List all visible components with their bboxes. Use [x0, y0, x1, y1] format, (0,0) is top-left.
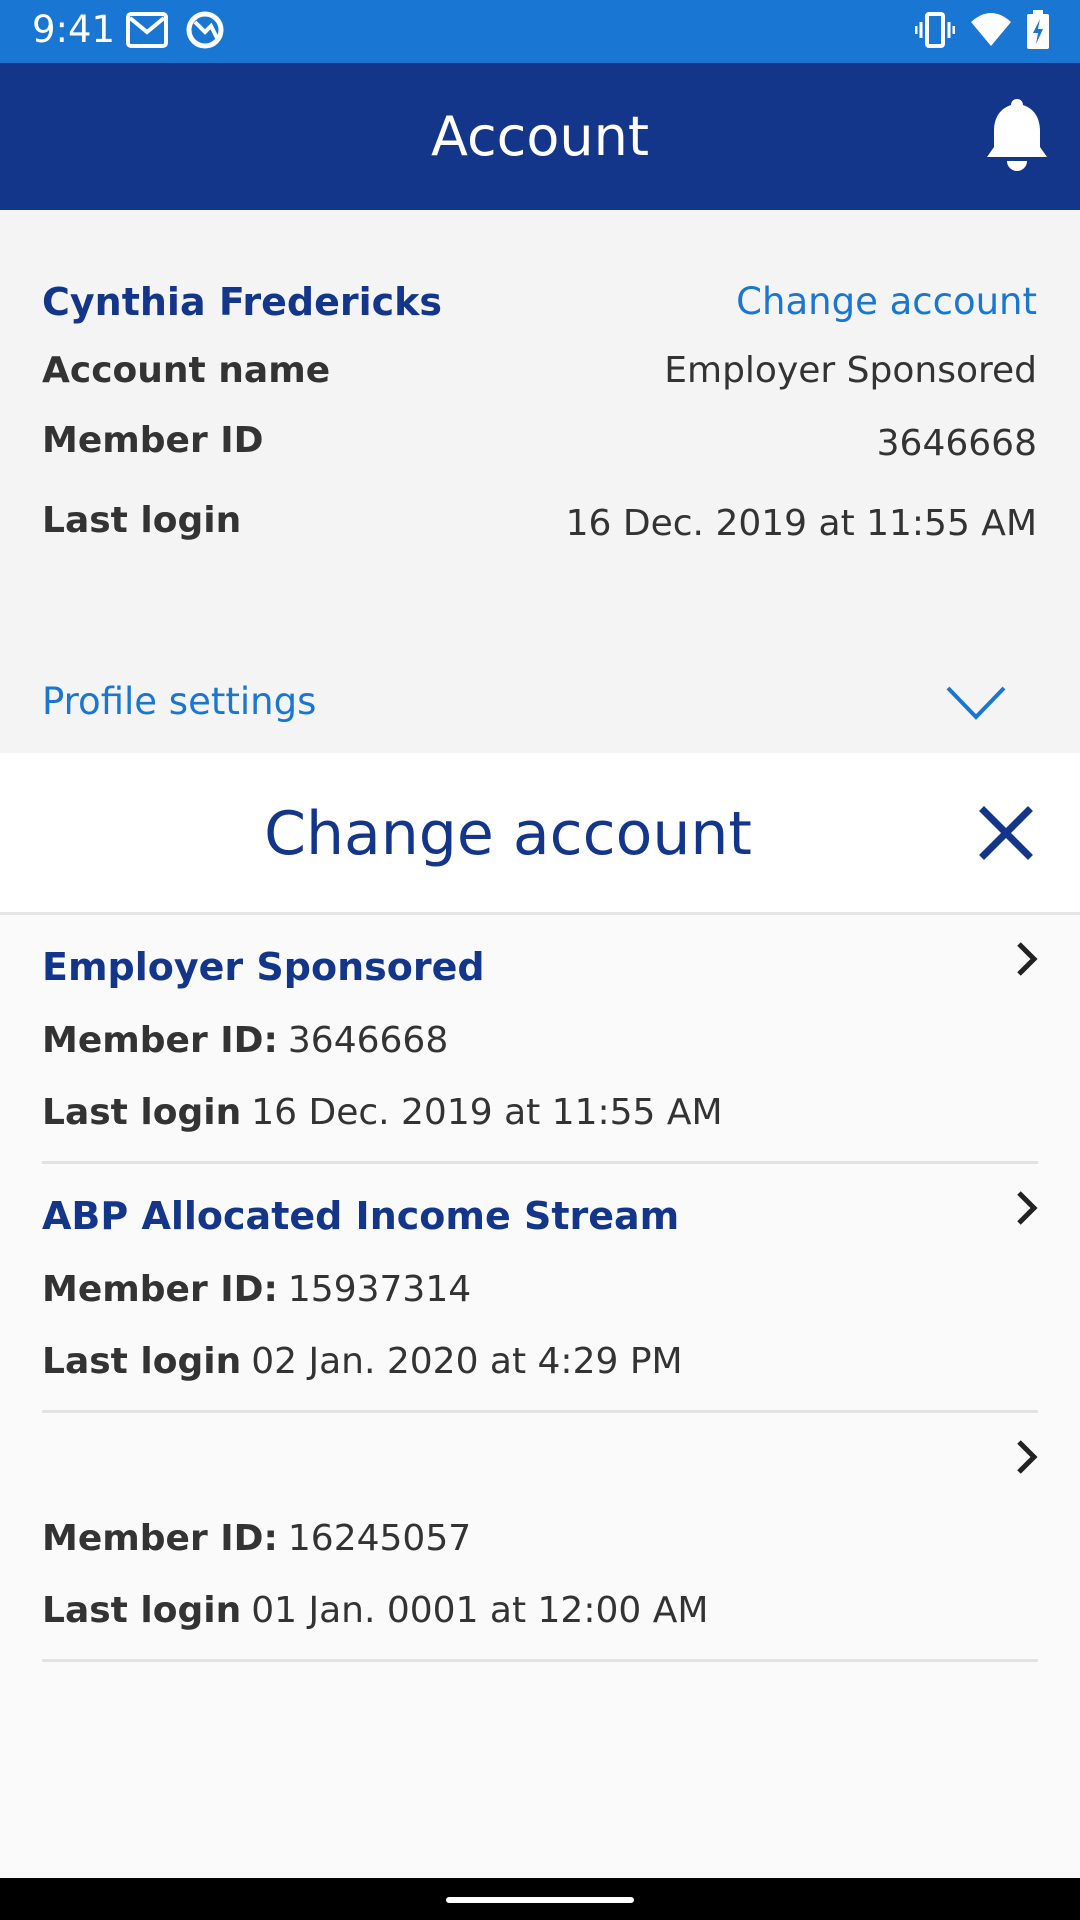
- member-id-value: 16245057: [287, 1518, 472, 1559]
- page-title: Account: [430, 105, 650, 168]
- app-bar: Account: [0, 63, 1080, 210]
- bell-icon[interactable]: [985, 97, 1049, 177]
- last-login-label: Last login: [42, 1341, 242, 1382]
- sync-icon: [185, 10, 225, 54]
- profile-summary: Cynthia Fredericks Change account Accoun…: [0, 210, 1080, 753]
- member-id-label: Member ID:: [42, 1020, 278, 1061]
- change-account-link[interactable]: Change account: [736, 280, 1037, 323]
- member-name: Cynthia Fredericks: [42, 280, 443, 324]
- chevron-right-icon: [1016, 1190, 1038, 1230]
- account-list-item[interactable]: ABP Allocated Income Stream Member ID: 15…: [42, 1164, 1038, 1413]
- home-gesture-handle[interactable]: [446, 1897, 634, 1903]
- member-id-line: Member ID: 16245057: [42, 1518, 471, 1559]
- member-id-line: Member ID: 15937314: [42, 1269, 471, 1310]
- status-bar: 9:41: [0, 0, 1080, 63]
- member-id-label: Member ID:: [42, 1518, 278, 1559]
- chevron-right-icon: [1016, 941, 1038, 981]
- member-id-label: Member ID:: [42, 1269, 278, 1310]
- sheet-title: Change account: [264, 799, 752, 869]
- member-id-label: Member ID: [42, 420, 264, 461]
- last-login-label: Last login: [42, 1590, 242, 1631]
- last-login-value: 02 Jan. 2020 at 4:29 PM: [251, 1341, 683, 1382]
- last-login-label: Last login: [42, 1092, 242, 1133]
- sheet-header: Change account: [0, 753, 1080, 915]
- account-list-item[interactable]: Employer Sponsored Member ID: 3646668 Las…: [42, 915, 1038, 1164]
- member-id-line: Member ID: 3646668: [42, 1020, 448, 1061]
- member-id-value: 3646668: [287, 1020, 449, 1061]
- account-name-value: Employer Sponsored: [664, 350, 1037, 391]
- wifi-icon: [969, 10, 1013, 54]
- gmail-icon: [126, 10, 168, 54]
- last-login-line: Last login 02 Jan. 2020 at 4:29 PM: [42, 1341, 683, 1382]
- last-login-value: 01 Jan. 0001 at 12:00 AM: [251, 1590, 709, 1631]
- account-name-label: Account name: [42, 350, 331, 391]
- account-list-item[interactable]: Member ID: 16245057 Last login 01 Jan. 000…: [42, 1413, 1038, 1662]
- change-account-sheet: Change account Employer Sponsored Member…: [0, 753, 1080, 1878]
- account-title: ABP Allocated Income Stream: [42, 1194, 680, 1238]
- last-login-line: Last login 16 Dec. 2019 at 11:55 AM: [42, 1092, 723, 1133]
- system-nav-bar: [0, 1878, 1080, 1920]
- last-login-value: 16 Dec. 2019 at 11:55 AM: [565, 503, 1037, 544]
- last-login-value: 16 Dec. 2019 at 11:55 AM: [251, 1092, 723, 1133]
- last-login-label: Last login: [42, 500, 242, 541]
- chevron-right-icon: [1016, 1439, 1038, 1479]
- vibrate-icon: [914, 10, 956, 54]
- battery-charging-icon: [1026, 10, 1050, 54]
- member-id-value: 15937314: [287, 1269, 472, 1310]
- status-time: 9:41: [32, 8, 116, 51]
- member-id-value: 3646668: [876, 423, 1037, 464]
- profile-settings-toggle[interactable]: Profile settings: [42, 680, 316, 723]
- last-login-line: Last login 01 Jan. 0001 at 12:00 AM: [42, 1590, 708, 1631]
- close-icon[interactable]: [978, 805, 1034, 865]
- chevron-down-icon[interactable]: [945, 685, 1007, 725]
- account-title: Employer Sponsored: [42, 945, 485, 989]
